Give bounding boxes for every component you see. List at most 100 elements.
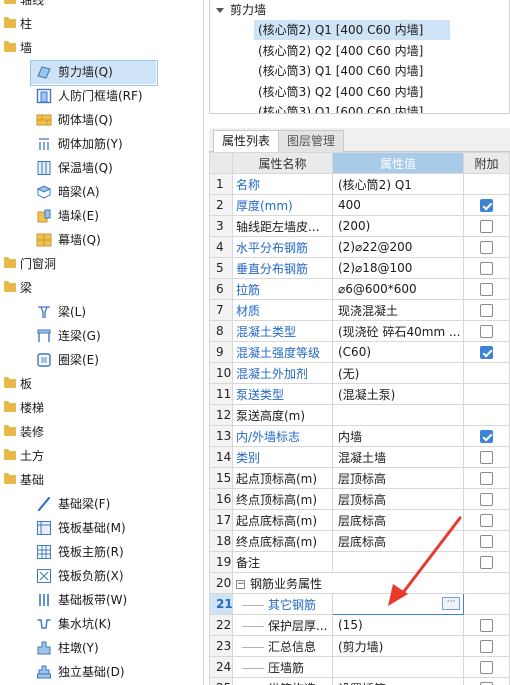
nav-item[interactable]: 集水坑(K) <box>0 612 203 636</box>
property-name[interactable]: 终点底标高(m) <box>232 530 333 552</box>
property-name[interactable]: 名称 <box>232 173 333 195</box>
extra-cell[interactable] <box>463 677 510 685</box>
table-row[interactable]: 1 名称 (核心筒2) Q1 <box>209 173 510 195</box>
ellipsis-button[interactable]: ··· <box>442 597 460 610</box>
property-name[interactable]: 轴线距左墙皮... <box>232 215 333 237</box>
property-name[interactable]: 类别 <box>232 446 333 468</box>
nav-item[interactable]: 砌体墙(Q) <box>0 108 203 132</box>
component-list-item[interactable]: (核心筒2) Q2 [400 C60 内墙] <box>210 41 509 62</box>
extra-cell[interactable] <box>463 446 510 468</box>
extra-cell[interactable] <box>463 551 510 573</box>
property-name[interactable]: 内/外墙标志 <box>232 425 333 447</box>
property-value[interactable]: 混凝土墙 <box>332 446 464 468</box>
property-value[interactable]: (200) <box>332 215 464 237</box>
nav-item[interactable]: 砌体加筋(Y) <box>0 132 203 156</box>
nav-category[interactable]: 梁 <box>0 276 203 300</box>
property-value[interactable]: (15) <box>332 614 464 636</box>
tab-layers[interactable]: 图层管理 <box>278 130 345 152</box>
nav-category[interactable]: 轴线 <box>0 0 203 12</box>
attach-checkbox[interactable] <box>480 199 493 212</box>
nav-item[interactable]: 人防门框墙(RF) <box>0 84 203 108</box>
nav-item[interactable]: 筏板基础(M) <box>0 516 203 540</box>
nav-category[interactable]: 土方 <box>0 444 203 468</box>
table-row[interactable]: 6 拉筋 ⌀6@600*600 <box>209 278 510 300</box>
property-value[interactable] <box>332 656 464 678</box>
attach-checkbox[interactable] <box>480 451 493 464</box>
property-name[interactable]: 汇总信息 <box>232 635 333 657</box>
property-name[interactable]: 混凝土类型 <box>232 320 333 342</box>
property-value[interactable]: 层顶标高 <box>332 467 464 489</box>
attach-checkbox[interactable] <box>480 220 493 233</box>
attach-checkbox[interactable] <box>480 304 493 317</box>
table-row[interactable]: 20− 钢筋业务属性 <box>209 572 510 594</box>
extra-cell[interactable] <box>463 614 510 636</box>
table-row[interactable]: 22 保护层厚... (15) <box>209 614 510 636</box>
attach-checkbox[interactable] <box>480 535 493 548</box>
property-value[interactable]: 层底标高 <box>332 509 464 531</box>
nav-category[interactable]: 装修 <box>0 420 203 444</box>
component-list-item[interactable]: (核心筒2) Q1 [400 C60 内墙] <box>210 20 509 41</box>
table-row[interactable]: 23 汇总信息 (剪力墙) <box>209 635 510 657</box>
property-name[interactable]: 起点顶标高(m) <box>232 467 333 489</box>
property-value[interactable] <box>332 404 464 426</box>
property-name[interactable]: 纵筋构造 <box>232 677 333 685</box>
nav-category[interactable]: 板 <box>0 372 203 396</box>
extra-cell[interactable] <box>463 194 510 216</box>
property-name[interactable]: 泵送类型 <box>232 383 333 405</box>
table-row[interactable]: 8 混凝土类型 (现浇砼 碎石40mm ... <box>209 320 510 342</box>
property-name[interactable]: 拉筋 <box>232 278 333 300</box>
property-value[interactable]: 层顶标高 <box>332 488 464 510</box>
table-row[interactable]: 4 水平分布钢筋 (2)⌀22@200 <box>209 236 510 258</box>
nav-category[interactable]: 柱 <box>0 12 203 36</box>
nav-item[interactable]: 梁(L) <box>0 300 203 324</box>
table-row[interactable]: 17 起点底标高(m) 层底标高 <box>209 509 510 531</box>
property-name-header[interactable]: 属性名称 <box>232 152 333 174</box>
collapse-caret-icon[interactable] <box>216 8 224 13</box>
property-value[interactable]: (核心筒2) Q1 <box>332 173 464 195</box>
extra-cell[interactable] <box>463 425 510 447</box>
attach-checkbox[interactable] <box>480 556 493 569</box>
extra-cell[interactable] <box>463 635 510 657</box>
extra-cell[interactable] <box>463 215 510 237</box>
component-list-item[interactable]: (核心筒3) Q1 [600 C60 内墙] <box>210 102 509 113</box>
table-row[interactable]: 15 起点顶标高(m) 层顶标高 <box>209 467 510 489</box>
property-name[interactable]: 混凝土外加剂 <box>232 362 333 384</box>
extra-cell[interactable] <box>463 467 510 489</box>
property-value[interactable]: 设置插筋 <box>332 677 464 685</box>
extra-cell[interactable] <box>463 656 510 678</box>
property-name[interactable]: 泵送高度(m) <box>232 404 333 426</box>
component-list-item[interactable]: (核心筒3) Q2 [400 C60 内墙] <box>210 82 509 103</box>
extra-cell[interactable] <box>463 236 510 258</box>
extra-cell[interactable] <box>463 320 510 342</box>
table-row[interactable]: 16 终点顶标高(m) 层顶标高 <box>209 488 510 510</box>
property-value[interactable]: 400 <box>332 194 464 216</box>
attach-checkbox[interactable] <box>480 325 493 338</box>
property-name[interactable]: 水平分布钢筋 <box>232 236 333 258</box>
table-row[interactable]: 5 垂直分布钢筋 (2)⌀18@100 <box>209 257 510 279</box>
extra-cell[interactable] <box>463 278 510 300</box>
table-row[interactable]: 10 混凝土外加剂 (无) <box>209 362 510 384</box>
property-name[interactable]: − 钢筋业务属性 <box>232 572 464 594</box>
property-name[interactable]: 其它钢筋 <box>232 593 333 615</box>
property-value[interactable]: (剪力墙) <box>332 635 464 657</box>
table-row[interactable]: 18 终点底标高(m) 层底标高 <box>209 530 510 552</box>
property-name[interactable]: 垂直分布钢筋 <box>232 257 333 279</box>
component-group[interactable]: 剪力墙 <box>210 0 509 20</box>
property-value[interactable]: (现浇砼 碎石40mm ... <box>332 320 464 342</box>
nav-item[interactable]: 幕墙(Q) <box>0 228 203 252</box>
nav-category[interactable]: 楼梯 <box>0 396 203 420</box>
table-row[interactable]: 24 压墙筋 <box>209 656 510 678</box>
attach-checkbox[interactable] <box>480 430 493 443</box>
property-value[interactable]: 现浇混凝土 <box>332 299 464 321</box>
property-name[interactable]: 混凝土强度等级 <box>232 341 333 363</box>
table-row[interactable]: 12 泵送高度(m) <box>209 404 510 426</box>
property-value[interactable]: (2)⌀18@100 <box>332 257 464 279</box>
nav-item[interactable]: 连梁(G) <box>0 324 203 348</box>
property-value-header[interactable]: 属性值 <box>332 152 464 174</box>
property-value[interactable]: 内墙 <box>332 425 464 447</box>
extra-cell[interactable] <box>463 257 510 279</box>
attach-checkbox[interactable] <box>480 619 493 632</box>
table-row[interactable]: 14 类别 混凝土墙 <box>209 446 510 468</box>
property-name[interactable]: 起点底标高(m) <box>232 509 333 531</box>
table-row[interactable]: 3 轴线距左墙皮... (200) <box>209 215 510 237</box>
